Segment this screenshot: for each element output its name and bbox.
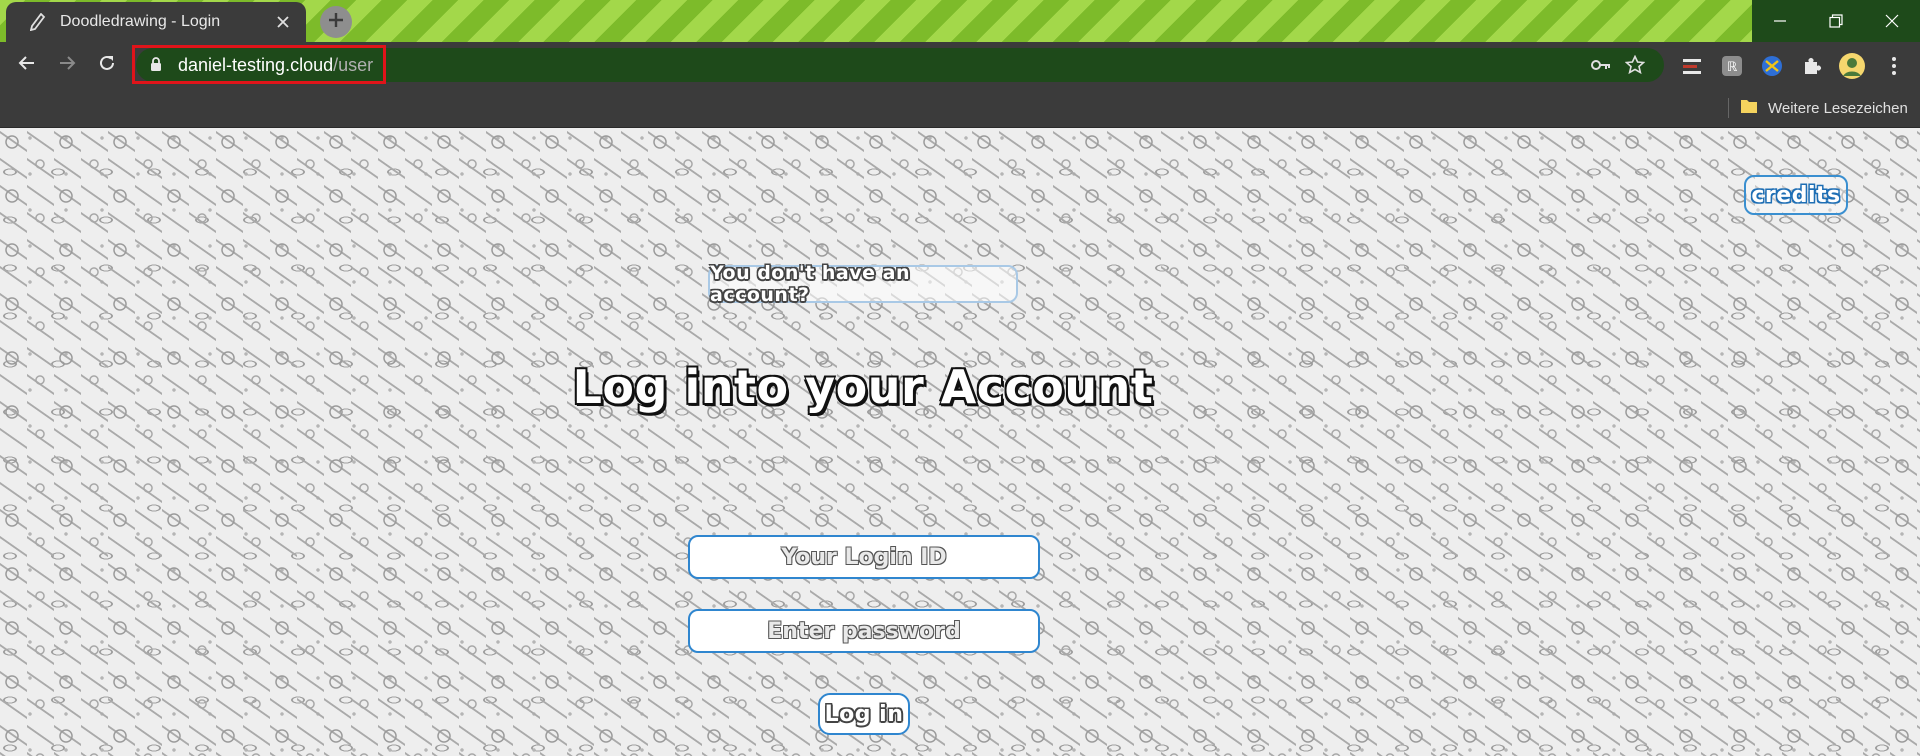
url-text: daniel-testing.cloud/user: [178, 55, 373, 76]
url-host: daniel-testing.cloud: [178, 55, 334, 75]
url-path: /user: [333, 55, 374, 75]
close-window-button[interactable]: [1864, 0, 1920, 42]
bookmarks-bar: Weitere Lesezeichen: [0, 88, 1920, 128]
tab-title: Doodledrawing - Login: [60, 13, 221, 30]
extension-globe-icon[interactable]: [1760, 54, 1784, 78]
password-input[interactable]: [688, 609, 1040, 653]
extension-translate-icon[interactable]: ℝ: [1720, 54, 1744, 78]
svg-text:ℝ: ℝ: [1727, 60, 1738, 75]
puzzle-icon[interactable]: [1800, 54, 1824, 78]
folder-icon: [1740, 98, 1758, 118]
tab-strip: Doodledrawing - Login: [0, 0, 1920, 42]
restore-button[interactable]: [1808, 0, 1864, 42]
key-icon[interactable]: [1590, 54, 1612, 76]
login-button[interactable]: Log in: [818, 693, 910, 735]
close-icon[interactable]: [272, 11, 294, 33]
reload-icon: [98, 54, 116, 76]
minimize-button[interactable]: [1752, 0, 1808, 42]
lock-icon[interactable]: [150, 57, 162, 76]
new-tab-button[interactable]: [320, 6, 352, 38]
profile-avatar[interactable]: [1838, 52, 1866, 80]
page-title: Log into your Account: [572, 360, 1154, 414]
no-account-link[interactable]: You don't have an account?: [708, 262, 1018, 306]
doodle-background-page: credits You don't have an account? Log i…: [0, 128, 1920, 756]
credits-button[interactable]: credits: [1744, 175, 1848, 215]
window-controls: [1752, 0, 1920, 42]
bookmarks-separator: [1728, 98, 1729, 118]
other-bookmarks-folder[interactable]: Weitere Lesezeichen: [1740, 96, 1908, 120]
arrow-right-icon: [58, 54, 76, 76]
reload-button[interactable]: [91, 49, 123, 81]
address-bar[interactable]: daniel-testing.cloud/user: [136, 48, 1664, 82]
browser-toolbar: daniel-testing.cloud/user ℝ: [0, 42, 1920, 88]
extension-list-icon[interactable]: [1680, 54, 1704, 78]
star-icon[interactable]: [1624, 54, 1646, 76]
arrow-left-icon: [18, 54, 36, 76]
kebab-menu-icon[interactable]: [1882, 54, 1906, 78]
login-id-input[interactable]: [688, 535, 1040, 579]
other-bookmarks-label: Weitere Lesezeichen: [1768, 99, 1908, 117]
plus-icon: [328, 12, 344, 32]
forward-button[interactable]: [51, 49, 83, 81]
browser-tab[interactable]: Doodledrawing - Login: [6, 2, 306, 42]
back-button[interactable]: [11, 49, 43, 81]
pencil-icon: [28, 12, 48, 32]
